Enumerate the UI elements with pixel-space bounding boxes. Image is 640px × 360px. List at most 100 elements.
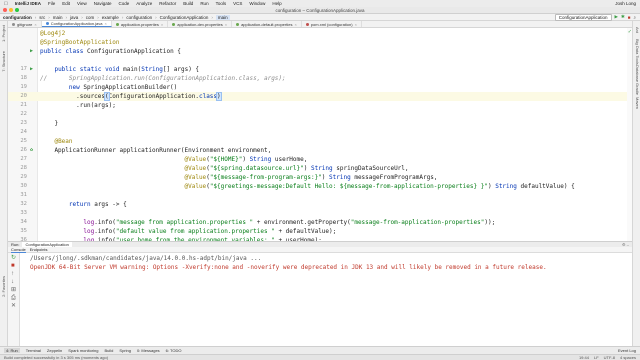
restore-layout-icon[interactable]: ⊞: [11, 287, 16, 293]
line-separator[interactable]: LF: [594, 355, 599, 360]
line-number[interactable]: 31: [8, 191, 27, 200]
code-line[interactable]: 33: [8, 209, 632, 218]
menu-code[interactable]: Code: [119, 1, 130, 6]
menu-file[interactable]: File: [48, 1, 55, 6]
close-icon[interactable]: ×: [294, 22, 296, 27]
tool-big-data-tools[interactable]: Big Data Tools: [635, 39, 640, 65]
code-line[interactable]: @SpringBootApplication: [8, 38, 632, 47]
rerun-icon[interactable]: ↻: [11, 255, 16, 261]
tool-gradle[interactable]: Gradle: [635, 83, 640, 95]
menu-run[interactable]: Run: [200, 1, 208, 6]
breadcrumb-method[interactable]: main: [215, 14, 230, 20]
tab-pom-xml[interactable]: pom.xml (configuration) ×: [302, 21, 362, 27]
code-line[interactable]: 24: [8, 128, 632, 137]
menu-refactor[interactable]: Refactor: [159, 1, 176, 6]
close-icon[interactable]: ×: [34, 22, 36, 27]
search-icon[interactable]: ⌕: [633, 15, 636, 20]
menu-app-name[interactable]: IntelliJ IDEA: [15, 1, 41, 6]
code-line[interactable]: 34 log.info("message from application.pr…: [8, 218, 632, 227]
line-number[interactable]: 22: [8, 110, 27, 119]
print-icon[interactable]: ⎙: [11, 295, 16, 301]
tab-application-dev-properties[interactable]: application-dev.properties ×: [168, 21, 233, 27]
tab-gitignore[interactable]: gitignore ×: [8, 21, 42, 27]
tool-terminal[interactable]: Terminal: [26, 348, 41, 353]
menu-vcs[interactable]: VCS: [233, 1, 242, 6]
run-icon[interactable]: ▶: [615, 14, 618, 20]
tool-structure[interactable]: 7: Structure: [1, 51, 6, 72]
code-line[interactable]: 22: [8, 110, 632, 119]
code-line[interactable]: 20 .sources(ConfigurationApplication.cla…: [8, 92, 632, 101]
line-number[interactable]: 19: [8, 83, 27, 92]
line-number[interactable]: 23: [8, 119, 27, 128]
code-line[interactable]: 35 log.info("default value from applicat…: [8, 227, 632, 236]
tool-maven[interactable]: Maven: [635, 97, 640, 109]
code-line[interactable]: 21 .run(args);: [8, 101, 632, 110]
tool-build[interactable]: Build: [105, 348, 114, 353]
code-line[interactable]: 17 ▶ public static void main(String[] arg…: [8, 65, 632, 74]
code-line[interactable]: 29 @Value("${message-from-program-args:}…: [8, 173, 632, 182]
menubar-user[interactable]: Josh Long: [615, 1, 636, 6]
code-line[interactable]: 32 return args -> {: [8, 200, 632, 209]
scroll-up-icon[interactable]: ↑: [11, 271, 14, 277]
status-message[interactable]: Build completed successfully in 3 s 305 …: [4, 355, 108, 360]
code-line[interactable]: [8, 56, 632, 65]
code-line[interactable]: 27 @Value("${HOME}") String userHome,: [8, 155, 632, 164]
file-encoding[interactable]: UTF-8: [604, 355, 615, 360]
code-line[interactable]: 25 @Bean: [8, 137, 632, 146]
breadcrumb-project[interactable]: configuration: [3, 15, 32, 20]
stop-icon[interactable]: ■: [11, 263, 15, 269]
code-editor[interactable]: @Log4j2 @SpringBootApplication ▶ public cla…: [8, 28, 632, 241]
close-icon[interactable]: ×: [355, 22, 357, 27]
breadcrumb-configuration[interactable]: configuration: [126, 15, 152, 20]
line-number[interactable]: 29: [8, 173, 27, 182]
code-line[interactable]: 26 ✿ ApplicationRunner applicationRunner(…: [8, 146, 632, 155]
menu-analyze[interactable]: Analyze: [136, 1, 152, 6]
menu-navigate[interactable]: Navigate: [94, 1, 112, 6]
tool-spark-monitoring[interactable]: Spark monitoring: [68, 348, 98, 353]
run-configuration-select[interactable]: ConfigurationApplication: [554, 13, 612, 21]
menu-help[interactable]: Help: [272, 1, 281, 6]
line-number[interactable]: 30: [8, 182, 27, 191]
line-number[interactable]: 25: [8, 137, 27, 146]
code-line[interactable]: 19 new SpringApplicationBuilder(): [8, 83, 632, 92]
tool-run[interactable]: 4: Run: [4, 348, 20, 353]
tab-endpoints[interactable]: Endpoints: [30, 247, 48, 252]
line-number[interactable]: 33: [8, 209, 27, 218]
tool-spring[interactable]: Spring: [119, 348, 131, 353]
debug-icon[interactable]: ✱: [621, 14, 625, 20]
tool-zeppelin[interactable]: Zeppelin: [47, 348, 62, 353]
menu-edit[interactable]: Edit: [62, 1, 70, 6]
scroll-down-icon[interactable]: ↓: [11, 279, 14, 285]
line-number[interactable]: 18: [8, 74, 27, 83]
line-number[interactable]: 28: [8, 164, 27, 173]
code-line[interactable]: @Log4j2: [8, 29, 632, 38]
tool-todo[interactable]: 6: TODO: [166, 348, 182, 353]
run-gutter-icon[interactable]: ▶: [29, 67, 34, 72]
run-gutter-icon[interactable]: ▶: [29, 49, 34, 54]
menu-build[interactable]: Build: [183, 1, 193, 6]
tool-database[interactable]: Database: [635, 65, 640, 82]
line-number[interactable]: 32: [8, 200, 27, 209]
close-icon[interactable]: ×: [105, 21, 107, 26]
line-number[interactable]: 20: [8, 92, 27, 101]
console-output[interactable]: /Users/jlong/.sdkman/candidates/java/14.…: [20, 253, 632, 346]
editor-scrollbar[interactable]: ✓: [627, 28, 632, 241]
breadcrumb-java[interactable]: java: [70, 15, 78, 20]
tool-event-log[interactable]: Event Log: [618, 348, 640, 353]
close-icon[interactable]: ×: [161, 22, 163, 27]
menu-view[interactable]: View: [77, 1, 87, 6]
code-line[interactable]: 31: [8, 191, 632, 200]
breadcrumb-example[interactable]: example: [102, 15, 119, 20]
caret-position[interactable]: 19:44: [579, 355, 589, 360]
menu-tools[interactable]: Tools: [216, 1, 227, 6]
breadcrumb-com[interactable]: com: [86, 15, 95, 20]
code-line[interactable]: 18 // SpringApplication.run(Configuration…: [8, 74, 632, 83]
code-line[interactable]: 30 @Value("${greetings-message:Default H…: [8, 182, 632, 191]
breadcrumb-src[interactable]: src: [39, 15, 45, 20]
tab-console[interactable]: Console: [11, 247, 26, 253]
line-number[interactable]: 24: [8, 128, 27, 137]
breadcrumb-class[interactable]: ConfigurationApplication: [160, 15, 209, 20]
trash-icon[interactable]: ✕: [11, 303, 16, 309]
tab-configuration-application[interactable]: ConfigurationApplication.java ×: [41, 21, 112, 27]
apple-icon[interactable]: : [4, 1, 8, 7]
